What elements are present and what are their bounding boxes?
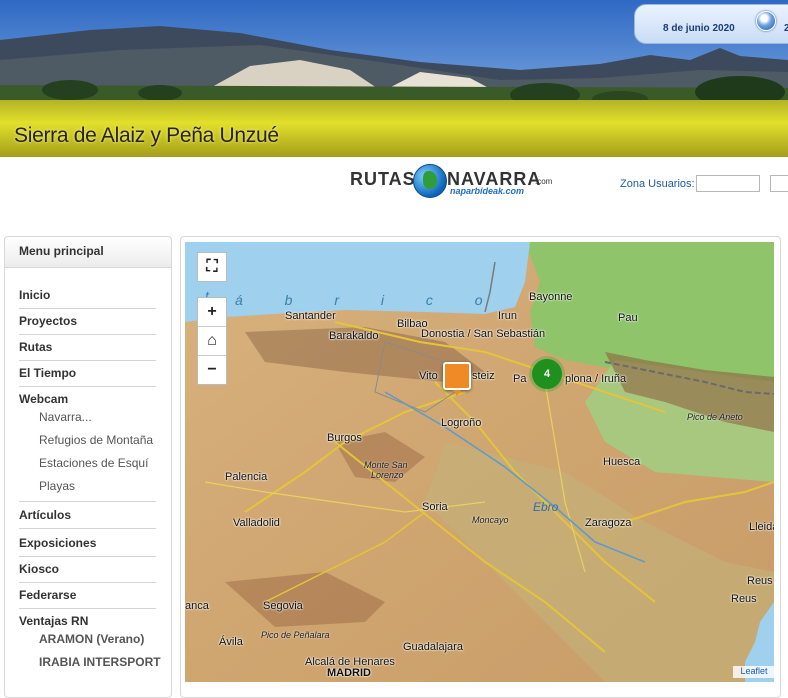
city-reus-2: Reus <box>731 593 757 605</box>
logo-text-rutas: RUTAS <box>350 169 416 189</box>
submenu-item-refugios[interactable]: Refugios de Montaña <box>39 433 153 447</box>
date-panel-trail: 2 <box>784 23 788 34</box>
city-irun: Irun <box>498 310 517 322</box>
fullscreen-icon[interactable]: ⛶ <box>198 253 226 281</box>
city-avila: Ávila <box>219 636 243 648</box>
menu-item-proyectos[interactable]: Proyectos <box>19 312 156 335</box>
river-ebro: Ebro <box>533 500 559 514</box>
menu-item-el-tiempo[interactable]: El Tiempo <box>19 364 156 387</box>
peak-aneto: Pico de Aneto <box>687 412 743 422</box>
menu-item-rutas[interactable]: Rutas <box>19 338 156 361</box>
terrain-map-layer <box>185 242 774 682</box>
city-pamplona-b: plona / Iruña <box>565 373 627 385</box>
city-guadalajara: Guadalajara <box>403 641 463 653</box>
submenu-item-irabia[interactable]: IRABIA INTERSPORT <box>39 655 161 669</box>
submenu-item-aramon[interactable]: ARAMON (Verano) <box>39 632 144 646</box>
city-madrid: MADRID <box>327 667 371 679</box>
peak-moncayo: Moncayo <box>472 515 509 525</box>
username-input[interactable] <box>696 175 760 192</box>
main-menu-header: Menu principal <box>5 237 171 268</box>
zoom-control-group: + ⌂ − <box>197 297 227 385</box>
city-lleida: Lleida <box>749 521 774 533</box>
clock-icon <box>756 11 776 31</box>
city-bayonne: Bayonne <box>529 291 573 303</box>
route-marker-icon[interactable] <box>443 362 471 396</box>
city-huesca: Huesca <box>603 456 641 468</box>
route-map[interactable]: t á b r i c o Bayonne Santander Bilbao I… <box>185 242 774 682</box>
menu-item-webcam[interactable]: Webcam <box>19 390 156 412</box>
globe-icon <box>413 164 447 198</box>
city-burgos: Burgos <box>327 432 362 444</box>
peak-monte-san-lorenzo-1: Monte San <box>364 460 408 470</box>
menu-item-inicio[interactable]: Inicio <box>19 286 156 309</box>
city-donostia: Donostia / San Sebastián <box>421 328 546 340</box>
city-palencia: Palencia <box>225 471 268 483</box>
submenu-item-estaciones-esqui[interactable]: Estaciones de Esquí <box>39 456 148 470</box>
zoom-out-button[interactable]: − <box>198 356 226 384</box>
submenu-item-playas[interactable]: Playas <box>39 479 75 493</box>
sea-label: á b r i c o <box>235 292 502 308</box>
city-zaragoza: Zaragoza <box>585 517 632 529</box>
peak-penalara: Pico de Peñalara <box>261 630 330 640</box>
menu-item-ventajas-rn[interactable]: Ventajas RN <box>19 612 156 634</box>
main-menu-title: Menu principal <box>19 244 104 258</box>
leaflet-attribution-link[interactable]: Leaflet <box>733 666 775 678</box>
city-logrono: Logroño <box>441 417 482 429</box>
fullscreen-control[interactable]: ⛶ <box>197 252 227 282</box>
menu-item-exposiciones[interactable]: Exposiciones <box>19 534 156 557</box>
city-valladolid: Valladolid <box>233 517 280 529</box>
logo-text-com: .com <box>535 177 553 186</box>
menu-item-articulos[interactable]: Artículos <box>19 501 156 529</box>
submenu-item-navarra[interactable]: Navarra... <box>39 410 92 424</box>
main-menu: Menu principal Inicio Proyectos Rutas El… <box>4 236 172 698</box>
city-reus-1: Reus <box>747 575 773 587</box>
home-icon[interactable]: ⌂ <box>198 327 226 356</box>
city-soria: Soria <box>422 501 448 513</box>
city-segovia: Segovia <box>263 600 303 612</box>
logo-subtitle: naparbideak.com <box>450 186 525 196</box>
marker-cluster[interactable]: 4 <box>532 359 562 389</box>
city-salamanca-partial: anca <box>185 600 209 612</box>
city-santander: Santander <box>285 310 336 322</box>
banner-title: Sierra de Alaiz y Peña Unzué <box>14 124 279 147</box>
zoom-in-button[interactable]: + <box>198 298 226 327</box>
date-panel: 8 de junio 2020 2 <box>634 4 788 44</box>
city-pamplona-a: Pa <box>513 373 527 385</box>
city-barakaldo: Barakaldo <box>329 330 379 342</box>
city-vitoria-a: Vito <box>419 370 438 382</box>
peak-monte-san-lorenzo-2: Lorenzo <box>371 470 404 480</box>
current-date: 8 de junio 2020 <box>663 23 735 34</box>
city-vitoria-b: steiz <box>472 370 495 382</box>
site-logo[interactable]: RUTAS NAVARRA .com naparbideak.com <box>350 164 570 200</box>
users-zone-label: Zona Usuarios: <box>620 178 695 190</box>
menu-item-federarse[interactable]: Federarse <box>19 586 156 609</box>
city-pau: Pau <box>618 312 638 324</box>
menu-item-kiosco[interactable]: Kiosco <box>19 560 156 583</box>
header-banner: Sierra de Alaiz y Peña Unzué 8 de junio … <box>0 0 788 157</box>
password-input[interactable] <box>770 175 788 192</box>
